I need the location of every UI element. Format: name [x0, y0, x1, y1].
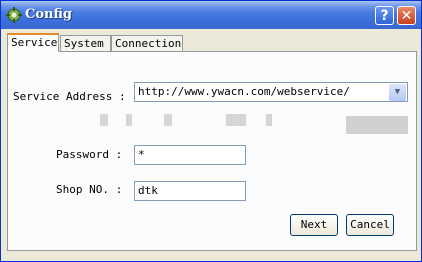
- title-bar[interactable]: Config ? ✕: [1, 1, 421, 29]
- tab-connection[interactable]: Connection: [111, 35, 183, 51]
- chevron-down-icon[interactable]: ▼: [389, 84, 406, 101]
- gear-icon: [6, 7, 22, 23]
- shop-no-label: Shop NO. :: [56, 183, 123, 196]
- config-dialog: Config ? ✕ Service System Connection Ser…: [0, 0, 422, 262]
- tab-system[interactable]: System: [60, 35, 111, 51]
- blur-mark: [100, 114, 108, 126]
- blur-mark: [226, 114, 246, 126]
- cancel-button[interactable]: Cancel: [346, 214, 394, 236]
- blur-mark: [126, 114, 132, 126]
- service-address-value: http://www.ywacn.com/webservice/: [138, 85, 350, 98]
- shop-no-field[interactable]: dtk: [134, 181, 246, 201]
- next-button[interactable]: Next: [290, 214, 338, 236]
- service-panel: Service Address : http://www.ywacn.com/w…: [7, 51, 417, 251]
- help-button[interactable]: ?: [375, 6, 394, 25]
- blur-mark: [346, 116, 408, 134]
- password-label: Password :: [56, 148, 123, 161]
- blur-mark: [266, 114, 272, 126]
- service-address-combo[interactable]: http://www.ywacn.com/webservice/ ▼: [134, 82, 408, 102]
- blur-mark: [164, 114, 172, 126]
- service-address-label: Service Address :: [13, 90, 126, 103]
- password-field[interactable]: *: [134, 145, 246, 165]
- tab-service[interactable]: Service: [7, 33, 59, 52]
- close-button[interactable]: ✕: [397, 6, 416, 25]
- window-title: Config: [25, 7, 73, 22]
